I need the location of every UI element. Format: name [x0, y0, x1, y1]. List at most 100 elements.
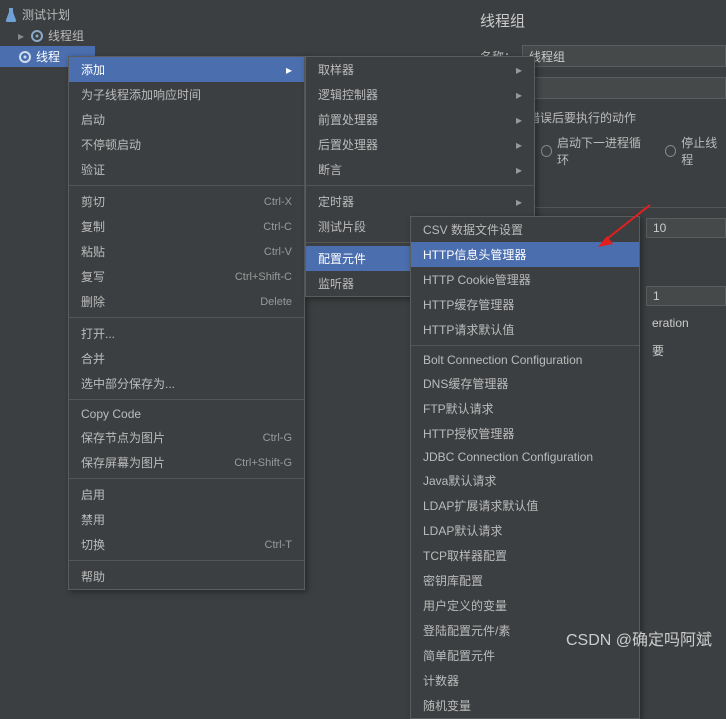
context-menu-main: 添加▸为子线程添加响应时间启动不停顿启动验证剪切Ctrl-X复制Ctrl-C粘贴… [68, 56, 305, 590]
menu-item-label: 添加 [81, 61, 105, 78]
menu-item-label: 剪切 [81, 193, 105, 210]
config-menu-item[interactable]: Java默认请求 [411, 468, 639, 493]
main-menu-item[interactable]: 不停顿启动 [69, 132, 304, 157]
menu-item-label: 密钥库配置 [423, 572, 483, 589]
menu-item-label: HTTP授权管理器 [423, 425, 514, 442]
menu-item-label: 定时器 [318, 193, 354, 210]
main-menu-item[interactable]: 保存屏幕为图片Ctrl+Shift-G [69, 450, 304, 475]
chevron-right-icon: ▸ [516, 113, 522, 127]
chevron-right-icon: ▸ [516, 88, 522, 102]
menu-item-label: 计数器 [423, 672, 459, 689]
config-menu-item[interactable]: DNS缓存管理器 [411, 371, 639, 396]
main-menu-item[interactable]: 选中部分保存为... [69, 371, 304, 396]
add-menu-item[interactable]: 后置处理器▸ [306, 132, 534, 157]
menu-separator [411, 345, 639, 346]
main-menu-item[interactable]: 复制Ctrl-C [69, 214, 304, 239]
config-menu-item[interactable]: FTP默认请求 [411, 396, 639, 421]
menu-item-label: FTP默认请求 [423, 400, 494, 417]
main-menu-item[interactable]: 合并 [69, 346, 304, 371]
chevron-right-icon: ▸ [516, 163, 522, 177]
main-menu-item[interactable]: 帮助 [69, 564, 304, 589]
radio-start-next[interactable]: 启动下一进程循环 [541, 134, 647, 168]
config-menu-item[interactable]: HTTP缓存管理器 [411, 292, 639, 317]
tree-item-threadgroup-1[interactable]: ▸ 线程组 [0, 25, 95, 46]
config-menu-item[interactable]: LDAP扩展请求默认值 [411, 493, 639, 518]
tree-item-label: 线程组 [48, 27, 84, 44]
menu-item-label: Copy Code [81, 407, 141, 421]
menu-item-label: 选中部分保存为... [81, 375, 175, 392]
main-menu-item[interactable]: 启用 [69, 482, 304, 507]
menu-item-label: 保存节点为图片 [81, 429, 165, 446]
config-menu-item[interactable]: 密钥库配置 [411, 568, 639, 593]
main-menu-item[interactable]: 复写Ctrl+Shift-C [69, 264, 304, 289]
add-menu-item[interactable]: 定时器 ▸ [306, 189, 534, 214]
gear-icon [30, 29, 44, 43]
menu-item-label: 前置处理器 [318, 111, 378, 128]
menu-item-label: 粘贴 [81, 243, 105, 260]
menu-separator [306, 185, 534, 186]
add-menu-item[interactable]: 断言▸ [306, 157, 534, 182]
menu-item-label: 为子线程添加响应时间 [81, 86, 201, 103]
config-menu-item[interactable]: 用户定义的变量 [411, 593, 639, 618]
tree-root-label: 测试计划 [22, 6, 70, 23]
menu-item-label: LDAP默认请求 [423, 522, 502, 539]
main-menu-item[interactable]: 为子线程添加响应时间 [69, 82, 304, 107]
config-menu-item[interactable]: HTTP Cookie管理器 [411, 267, 639, 292]
main-menu-item[interactable]: 删除 Delete [69, 289, 304, 314]
main-menu-item[interactable]: 禁用 [69, 507, 304, 532]
main-menu-item[interactable]: 切换Ctrl-T [69, 532, 304, 557]
menu-item-label: HTTP请求默认值 [423, 321, 514, 338]
prop-text: eration [646, 314, 726, 332]
menu-item-label: 验证 [81, 161, 105, 178]
menu-item-label: 切换 [81, 536, 105, 553]
main-menu-item[interactable]: 验证 [69, 157, 304, 182]
menu-separator [69, 478, 304, 479]
menu-item-label: 逻辑控制器 [318, 86, 378, 103]
menu-separator [69, 399, 304, 400]
menu-item-label: 禁用 [81, 511, 105, 528]
prop-text: 要 [646, 340, 726, 361]
prop-input[interactable] [646, 286, 726, 306]
menu-item-label: 删除 [81, 293, 105, 310]
menu-item-label: 启动 [81, 111, 105, 128]
menu-separator [69, 185, 304, 186]
config-menu-item[interactable]: HTTP信息头管理器 [411, 242, 639, 267]
config-menu-item[interactable]: HTTP请求默认值 [411, 317, 639, 342]
config-menu-item[interactable]: HTTP授权管理器 [411, 421, 639, 446]
add-menu-item[interactable]: 逻辑控制器 ▸ [306, 82, 534, 107]
add-menu-item[interactable]: 取样器▸ [306, 57, 534, 82]
menu-shortcut: Ctrl-G [263, 432, 292, 444]
config-menu-item[interactable]: Bolt Connection Configuration [411, 349, 639, 371]
panel-title: 线程组 [480, 10, 726, 31]
config-menu-item[interactable]: CSV 数据文件设置 [411, 217, 639, 242]
main-menu-item[interactable]: Copy Code [69, 403, 304, 425]
menu-item-label: 复写 [81, 268, 105, 285]
chevron-right-icon: ▸ [516, 195, 522, 209]
menu-item-label: 配置元件 [318, 250, 366, 267]
radio-stop-thread[interactable]: 停止线程 [665, 134, 726, 168]
add-menu-item[interactable]: 前置处理器 ▸ [306, 107, 534, 132]
config-menu-item[interactable]: 随机变量 [411, 693, 639, 718]
tree-item-label: 线程 [36, 48, 60, 65]
main-menu-item[interactable]: 保存节点为图片 Ctrl-G [69, 425, 304, 450]
name-input[interactable] [522, 45, 726, 67]
main-menu-item[interactable]: 粘贴Ctrl-V [69, 239, 304, 264]
menu-shortcut: Delete [260, 296, 292, 308]
expand-icon: ▸ [18, 29, 26, 43]
main-menu-item[interactable]: 打开... [69, 321, 304, 346]
tree-root[interactable]: 测试计划 [0, 4, 95, 25]
main-menu-item[interactable]: 启动 [69, 107, 304, 132]
config-menu-item[interactable]: JDBC Connection Configuration [411, 446, 639, 468]
main-menu-item[interactable]: 添加▸ [69, 57, 304, 82]
config-menu-item[interactable]: TCP取样器配置 [411, 543, 639, 568]
menu-item-label: CSV 数据文件设置 [423, 221, 523, 238]
main-menu-item[interactable]: 剪切Ctrl-X [69, 189, 304, 214]
comment-input[interactable] [522, 77, 726, 99]
config-menu-item[interactable]: 计数器 [411, 668, 639, 693]
config-menu-item[interactable]: LDAP默认请求 [411, 518, 639, 543]
menu-item-label: Bolt Connection Configuration [423, 353, 582, 367]
menu-item-label: DNS缓存管理器 [423, 375, 508, 392]
menu-item-label: 打开... [81, 325, 115, 342]
flask-icon [4, 8, 18, 22]
threads-input[interactable] [646, 218, 726, 238]
